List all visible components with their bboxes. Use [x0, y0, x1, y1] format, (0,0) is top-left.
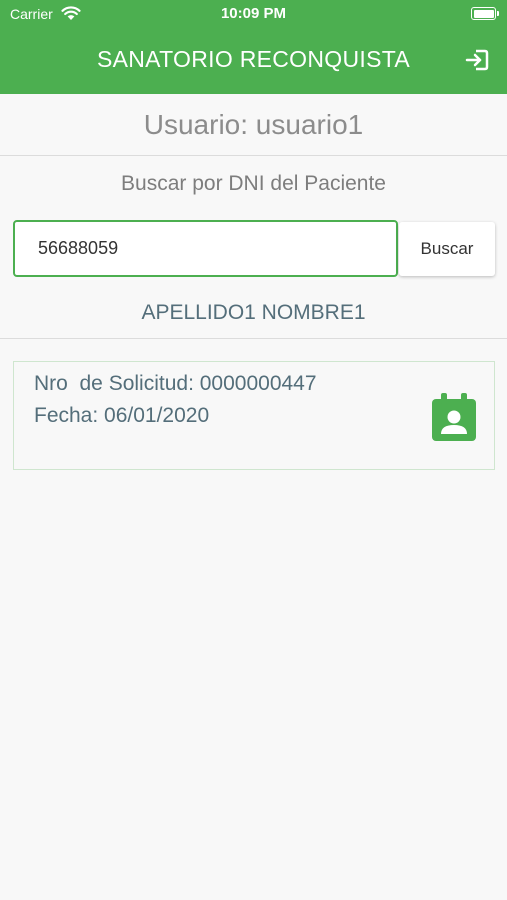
divider — [0, 155, 507, 156]
dni-search-input[interactable] — [13, 220, 398, 277]
user-label: Usuario: usuario1 — [143, 109, 364, 140]
request-date: Fecha: 06/01/2020 — [34, 404, 210, 427]
request-card[interactable]: Nro de Solicitud: 0000000447 Fecha: 06/0… — [13, 361, 495, 470]
app-title: SANATORIO RECONQUISTA — [96, 46, 410, 72]
battery-icon — [471, 7, 496, 20]
calendar-person-icon[interactable] — [432, 393, 476, 441]
request-number: Nro de Solicitud: 0000000447 — [34, 372, 317, 395]
status-bar: Carrier 10:09 PM — [0, 0, 507, 30]
search-button[interactable]: Buscar — [399, 222, 495, 276]
patient-name: APELLIDO1 NOMBRE1 — [141, 301, 366, 324]
app-header: Carrier 10:09 PM SANATORIO RECONQUISTA — [0, 0, 507, 94]
battery-tip — [497, 11, 499, 16]
status-time: 10:09 PM — [220, 5, 287, 22]
logout-icon[interactable] — [462, 45, 492, 75]
divider — [0, 338, 507, 339]
search-prompt: Buscar por DNI del Paciente — [121, 172, 386, 195]
